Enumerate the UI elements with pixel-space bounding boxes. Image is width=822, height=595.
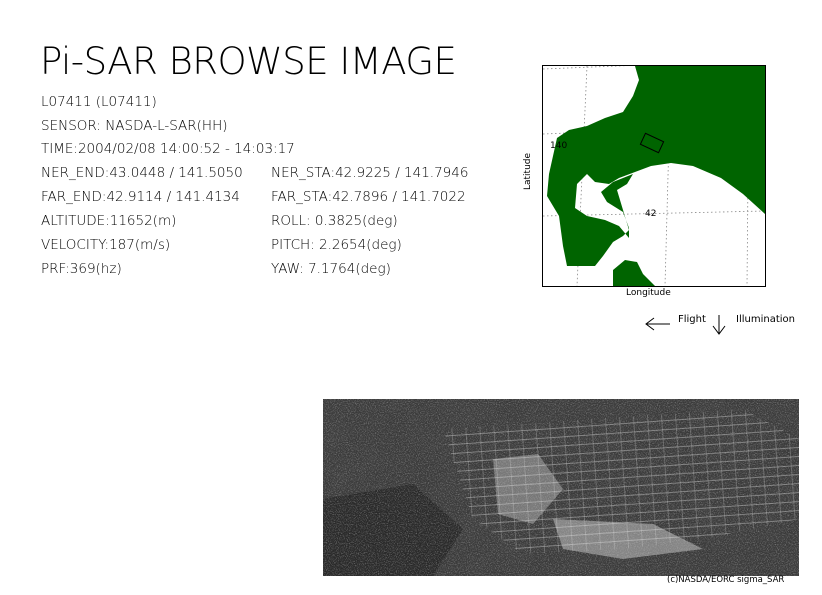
- left-arrow-icon: [645, 317, 670, 331]
- down-arrow-icon: [712, 315, 726, 335]
- copyright-credit: (c)NASDA/EORC sigma_SAR: [667, 575, 785, 585]
- ner-sta-text: NER_STA:42.9225 / 141.7946: [271, 165, 469, 181]
- sensor-text: SENSOR: NASDA-L-SAR(HH): [41, 118, 228, 134]
- page-title: Pi-SAR BROWSE IMAGE: [40, 40, 457, 83]
- prf-text: PRF:369(hz): [41, 261, 122, 277]
- latitude-grid-label: 42: [645, 209, 657, 219]
- velocity-text: VELOCITY:187(m/s): [41, 237, 171, 253]
- far-sta-text: FAR_STA:42.7896 / 141.7022: [271, 189, 466, 205]
- map-y-axis-label: Latitude: [523, 152, 533, 190]
- longitude-grid-label: 140: [550, 141, 568, 151]
- map-x-axis-label: Longitude: [626, 288, 671, 298]
- yaw-text: YAW: 7.1764(deg): [271, 261, 391, 277]
- pitch-text: PITCH: 2.2654(deg): [271, 237, 402, 253]
- sar-browse-image: [323, 399, 799, 576]
- far-end-text: FAR_END:42.9114 / 141.4134: [41, 189, 240, 205]
- location-map-graphic: [543, 66, 765, 286]
- scene-id: L07411 (L07411): [41, 94, 157, 110]
- roll-text: ROLL: 0.3825(deg): [271, 213, 398, 229]
- land-masses: [547, 66, 765, 286]
- time-text: TIME:2004/02/08 14:00:52 - 14:03:17: [41, 141, 295, 157]
- altitude-text: ALTITUDE:11652(m): [41, 213, 177, 229]
- ner-end-text: NER_END:43.0448 / 141.5050: [41, 165, 243, 181]
- location-map: 140 42: [542, 65, 766, 287]
- flight-label: Flight: [678, 314, 706, 325]
- illumination-label: Illumination: [736, 314, 795, 325]
- sar-image-texture: [323, 399, 799, 576]
